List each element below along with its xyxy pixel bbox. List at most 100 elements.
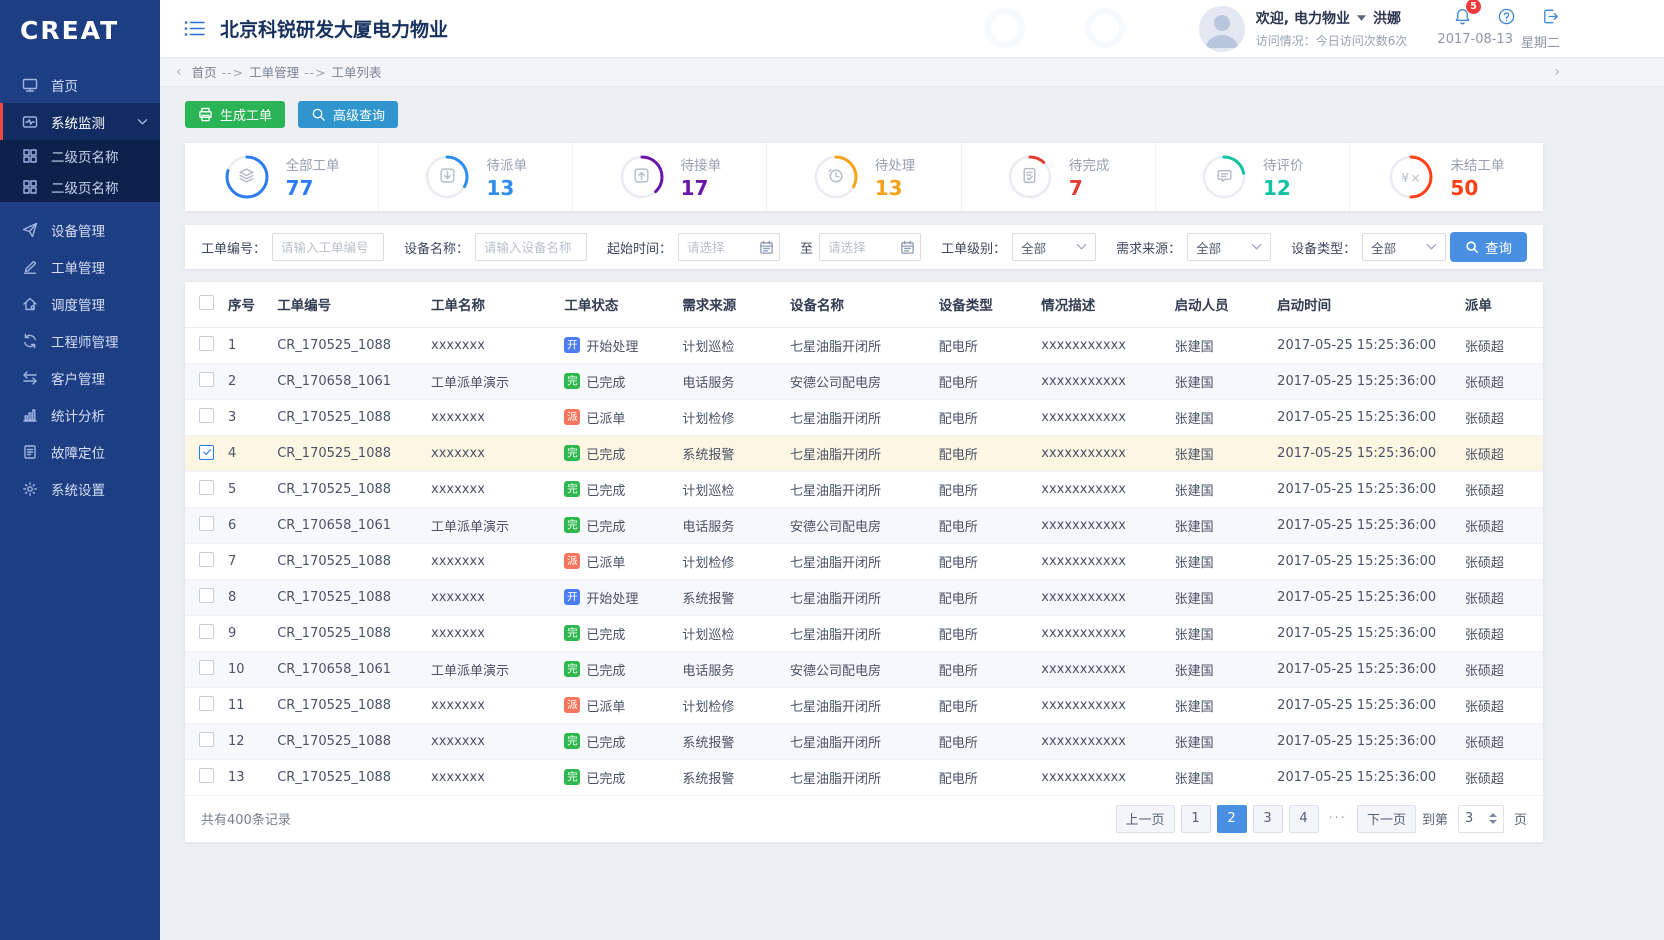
row-checkbox[interactable] — [199, 445, 214, 460]
stat-card-5[interactable]: 待完成7 — [961, 143, 1155, 211]
select-all-checkbox[interactable] — [199, 295, 214, 310]
cell-status: 完已完成 — [560, 471, 678, 507]
row-checkbox[interactable] — [199, 696, 214, 711]
cell-start-time: 2017-05-25 15:25:36:00 — [1273, 435, 1461, 471]
end-date-picker[interactable] — [819, 233, 921, 261]
breadcrumb-item[interactable]: 工单列表 — [332, 65, 382, 80]
cell-index: 12 — [224, 723, 273, 759]
chevron-right-icon[interactable]: › — [1554, 64, 1560, 80]
sidebar-item-label: 系统设置 — [51, 479, 105, 499]
breadcrumb-item[interactable]: 工单管理 — [249, 65, 299, 80]
stat-card-3[interactable]: 待接单17 — [572, 143, 766, 211]
stat-card-6[interactable]: 待评价12 — [1155, 143, 1349, 211]
bell-icon[interactable]: 5 — [1453, 7, 1472, 26]
status-badge: 完 — [564, 373, 580, 389]
cell-start-time: 2017-05-25 15:25:36:00 — [1273, 471, 1461, 507]
sidebar-item-1[interactable]: 首页 — [0, 66, 160, 103]
clock-icon — [826, 166, 845, 189]
cell-index: 11 — [224, 687, 273, 723]
row-checkbox[interactable] — [199, 480, 214, 495]
stat-card-4[interactable]: 待处理13 — [766, 143, 960, 211]
pagination-next[interactable]: 下一页 — [1357, 805, 1416, 833]
cell-device-type: 配电所 — [935, 723, 1038, 759]
device-name-input[interactable] — [475, 233, 587, 261]
sidebar-item-8[interactable]: 工程师管理 — [0, 322, 160, 359]
sidebar-item-2[interactable]: 系统监测 — [0, 103, 160, 140]
pagination-page-2[interactable]: 2 — [1217, 805, 1247, 833]
printer-icon — [198, 107, 213, 122]
sidebar-item-4[interactable]: 二级页名称 — [0, 171, 160, 202]
pagination-page-1[interactable]: 1 — [1181, 805, 1211, 833]
status-badge: 完 — [564, 733, 580, 749]
row-checkbox[interactable] — [199, 516, 214, 531]
sidebar-item-9[interactable]: 客户管理 — [0, 359, 160, 396]
sidebar-item-label: 设备管理 — [51, 220, 105, 240]
generate-order-button[interactable]: 生成工单 — [185, 101, 285, 128]
pagination-ellipsis[interactable]: ··· — [1325, 811, 1351, 826]
cell-dispatcher: 张硕超 — [1461, 615, 1543, 651]
cell-description: xxxxxxxxxxx — [1037, 471, 1170, 507]
device-type-filter-label: 设备类型： — [1291, 238, 1356, 257]
sidebar-item-5[interactable]: 设备管理 — [0, 211, 160, 248]
row-checkbox[interactable] — [199, 552, 214, 567]
sidebar-item-12[interactable]: 系统设置 — [0, 470, 160, 507]
search-button[interactable]: 查询 — [1450, 232, 1527, 262]
row-checkbox[interactable] — [199, 660, 214, 675]
sidebar-item-6[interactable]: 工单管理 — [0, 248, 160, 285]
row-checkbox[interactable] — [199, 588, 214, 603]
cell-device-type: 配电所 — [935, 471, 1038, 507]
goto-stepper-icon[interactable] — [1489, 813, 1497, 824]
row-checkbox[interactable] — [199, 732, 214, 747]
cell-status: 派已派单 — [560, 687, 678, 723]
logout-icon[interactable] — [1541, 7, 1560, 26]
order-no-input[interactable] — [272, 233, 384, 261]
search-icon — [311, 107, 326, 122]
breadcrumb-item[interactable]: 首页 — [192, 65, 217, 80]
cell-status: 开开始处理 — [560, 327, 678, 363]
sidebar-item-3[interactable]: 二级页名称 — [0, 140, 160, 171]
doc-check-icon — [1020, 166, 1039, 189]
sidebar-item-label: 统计分析 — [51, 405, 105, 425]
goto-page-input[interactable]: 3 — [1458, 805, 1504, 833]
cell-source: 系统报警 — [678, 723, 786, 759]
cell-dispatcher: 张硕超 — [1461, 471, 1543, 507]
sidebar-item-11[interactable]: 故障定位 — [0, 433, 160, 470]
chevron-left-icon[interactable]: ‹ — [176, 64, 182, 80]
sidebar-item-7[interactable]: 调度管理 — [0, 285, 160, 322]
user-menu[interactable]: 欢迎, 电力物业 洪娜 — [1256, 8, 1408, 28]
advanced-search-button[interactable]: 高级查询 — [298, 101, 398, 128]
stat-card-7[interactable]: ¥×未结工单50 — [1349, 143, 1543, 211]
status-text: 已完成 — [586, 768, 625, 787]
row-checkbox[interactable] — [199, 624, 214, 639]
row-checkbox[interactable] — [199, 768, 214, 783]
stat-card-1[interactable]: 全部工单77 — [185, 143, 378, 211]
cell-dispatcher: 张硕超 — [1461, 399, 1543, 435]
pagination-page-3[interactable]: 3 — [1253, 805, 1283, 833]
order-level-select[interactable]: 全部 — [1012, 233, 1096, 261]
row-checkbox[interactable] — [199, 336, 214, 351]
demand-source-select[interactable]: 全部 — [1187, 233, 1271, 261]
cell-starter: 张建国 — [1171, 579, 1274, 615]
stat-card-2[interactable]: 待派单13 — [378, 143, 572, 211]
goto-prefix: 到第 — [1422, 809, 1448, 828]
device-type-select[interactable]: 全部 — [1362, 233, 1446, 261]
menu-toggle-icon[interactable] — [184, 20, 205, 37]
cell-source: 系统报警 — [678, 579, 786, 615]
row-checkbox[interactable] — [199, 408, 214, 423]
start-date-picker[interactable] — [678, 233, 780, 261]
avatar[interactable] — [1199, 6, 1245, 52]
column-header: 情况描述 — [1037, 282, 1170, 327]
table-header-row: 序号工单编号工单名称工单状态需求来源设备名称设备类型情况描述启动人员启动时间派单 — [185, 282, 1543, 327]
cell-device-type: 配电所 — [935, 759, 1038, 795]
cell-source: 计划检修 — [678, 543, 786, 579]
pagination-prev[interactable]: 上一页 — [1116, 805, 1175, 833]
cell-starter: 张建国 — [1171, 399, 1274, 435]
status-text: 已完成 — [586, 624, 625, 643]
row-checkbox[interactable] — [199, 372, 214, 387]
table-row: 8CR_170525_1088xxxxxxx开开始处理系统报警七星油脂开闭所配电… — [185, 579, 1543, 615]
sidebar-item-10[interactable]: 统计分析 — [0, 396, 160, 433]
pagination-page-4[interactable]: 4 — [1289, 805, 1319, 833]
status-text: 已派单 — [586, 696, 625, 715]
help-icon[interactable] — [1497, 7, 1516, 26]
cell-source: 电话服务 — [678, 651, 786, 687]
